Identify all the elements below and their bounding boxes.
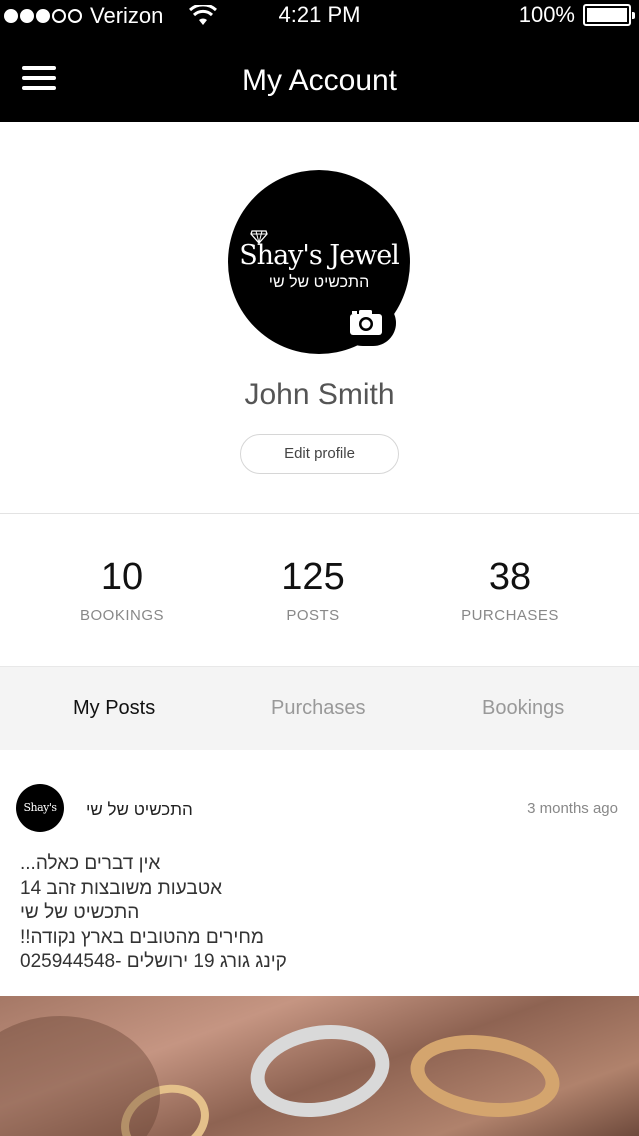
battery-percent: 100% [518,2,575,27]
camera-button[interactable] [340,300,396,346]
stat-label: PURCHASES [461,607,559,624]
post-line: קינג גורג 19 ירושלים -025944548 [20,951,287,972]
tab-bookings[interactable]: Bookings [482,697,564,720]
status-bar: Verizon 4:21 PM 100% [0,0,639,30]
stat-value: 125 [281,556,345,598]
post-line: מחירים מהטובים בארץ נקודה!! [20,926,264,948]
tab-my-posts[interactable]: My Posts [73,697,155,720]
battery-icon [583,4,635,26]
avatar-brand-hebrew: התכשיט של שי [268,274,370,291]
stat-label: POSTS [286,607,340,624]
post-timestamp: 3 months ago [527,800,618,817]
post-image[interactable] [0,996,639,1136]
status-right: 100% [518,2,635,28]
post-author-avatar[interactable]: Shay's Jewel [16,784,64,862]
stat-purchases[interactable]: 38 PURCHASES [410,556,610,624]
post-line: אין דברים כאלה... [20,853,161,874]
stats-row: 10 BOOKINGS 125 POSTS 38 PURCHASES [0,514,639,666]
post-line: אטבעות משובצות זהב 14 [20,877,223,899]
profile-avatar[interactable]: Shay's Jewel התכשיט של שי [228,170,410,354]
content-tabs: My Posts Purchases Bookings [0,666,639,750]
user-name: John Smith [244,378,395,411]
post-card: Shay's Jewel התכשיט של שי 3 months ago א… [0,750,639,1136]
tab-purchases[interactable]: Purchases [271,697,366,720]
page-title: My Account [241,64,398,97]
stat-bookings[interactable]: 10 BOOKINGS [22,556,222,624]
avatar-brand-logo: Shay's Jewel [239,240,400,271]
post-text: אין דברים כאלה... אטבעות משובצות זהב 14 … [20,852,580,975]
stat-posts[interactable]: 125 POSTS [213,556,413,624]
profile-section: Shay's Jewel התכשיט של שי John Smith Edi… [0,122,639,514]
nav-bar: My Account [0,30,639,122]
stat-label: BOOKINGS [79,607,165,624]
camera-icon [350,310,382,335]
edit-profile-button[interactable]: Edit profile [240,434,399,474]
stat-value: 10 [100,556,144,598]
stat-value: 38 [488,556,532,598]
post-line: התכשיט של שי [20,902,140,923]
post-author-name[interactable]: התכשיט של שי [86,800,193,820]
